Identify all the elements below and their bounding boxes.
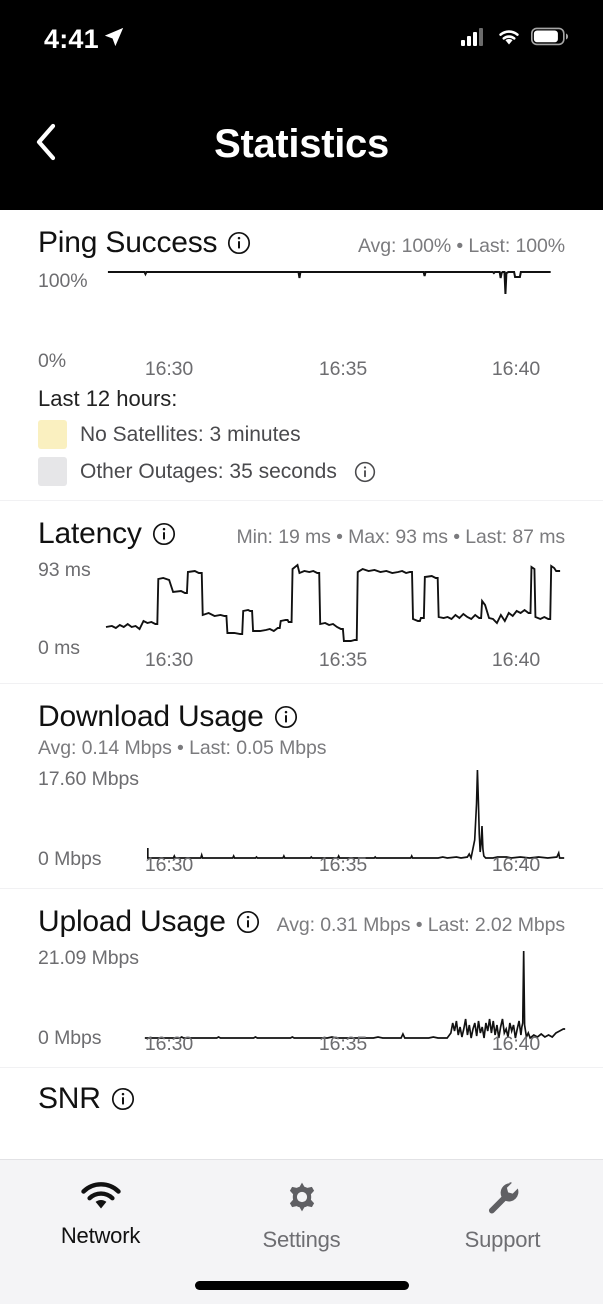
latency-y-top: 93 ms xyxy=(38,559,91,581)
upload-info-icon[interactable] xyxy=(236,910,260,934)
gear-icon xyxy=(284,1180,320,1221)
upload-stats: Avg: 0.31 Mbps • Last: 2.02 Mbps xyxy=(276,914,565,936)
ping-title: Ping Success xyxy=(38,226,218,259)
ping-title-group: Ping Success xyxy=(38,226,251,260)
x-tick: 16:35 xyxy=(318,1033,368,1055)
status-bar: 4:41 xyxy=(0,0,603,78)
tab-label-settings: Settings xyxy=(262,1227,341,1252)
latency-chart: 93 ms 0 ms xyxy=(38,555,565,663)
tab-settings[interactable]: Settings xyxy=(201,1180,402,1253)
snr-title: SNR xyxy=(38,1082,101,1115)
snr-info-icon[interactable] xyxy=(111,1087,135,1111)
tab-support[interactable]: Support xyxy=(402,1180,603,1253)
legend-label-other-outages: Other Outages: 35 seconds xyxy=(80,459,337,483)
other-outages-info-icon[interactable] xyxy=(354,461,376,483)
section-snr: SNR xyxy=(0,1068,603,1124)
ping-stats: Avg: 100% • Last: 100% xyxy=(358,235,565,257)
section-upload-usage: Upload Usage Avg: 0.31 Mbps • Last: 2.02… xyxy=(0,889,603,1068)
ping-y-top: 100% xyxy=(38,270,88,292)
x-tick: 16:30 xyxy=(144,358,194,380)
navigation-bar: Statistics xyxy=(0,78,603,210)
page-title: Statistics xyxy=(214,121,389,166)
x-tick: 16:35 xyxy=(318,358,368,380)
x-tick: 16:40 xyxy=(491,358,541,380)
x-tick: 16:35 xyxy=(318,649,368,671)
upload-chart-svg xyxy=(144,950,566,1040)
section-download-usage: Download Usage Avg: 0.14 Mbps • Last: 0.… xyxy=(0,684,603,889)
download-info-icon[interactable] xyxy=(274,705,298,729)
status-bar-right xyxy=(461,27,569,51)
back-button[interactable] xyxy=(26,121,66,167)
x-tick: 16:30 xyxy=(144,649,194,671)
chevron-left-icon xyxy=(35,123,57,166)
home-indicator xyxy=(194,1281,409,1290)
ping-legend-title: Last 12 hours: xyxy=(38,386,178,411)
legend-swatch-no-satellites xyxy=(38,420,67,449)
latency-title-group: Latency xyxy=(38,517,176,551)
latency-chart-svg xyxy=(105,563,561,642)
statistics-scroll-area[interactable]: Ping Success Avg: 100% • Last: 100% 100%… xyxy=(0,210,603,1304)
x-tick: 16:40 xyxy=(491,649,541,671)
download-title: Download Usage xyxy=(38,700,264,733)
wrench-icon xyxy=(485,1180,521,1221)
ping-info-icon[interactable] xyxy=(227,231,251,255)
tab-bar: Network Settings Support xyxy=(0,1159,603,1304)
x-tick: 16:40 xyxy=(491,1033,541,1055)
battery-icon xyxy=(531,27,569,51)
wifi-icon xyxy=(496,27,522,51)
legend-label-no-satellites: No Satellites: 3 minutes xyxy=(80,422,301,446)
x-tick: 16:35 xyxy=(318,854,368,876)
upload-y-top: 21.09 Mbps xyxy=(38,947,139,969)
upload-title: Upload Usage xyxy=(38,905,226,938)
x-tick: 16:30 xyxy=(144,1033,194,1055)
download-x-axis: 16:30 16:35 16:40 xyxy=(38,854,565,880)
ping-x-axis: 16:30 16:35 16:40 xyxy=(38,358,565,384)
tab-label-support: Support xyxy=(464,1227,541,1252)
legend-item-other-outages: Other Outages: 35 seconds xyxy=(38,457,565,486)
upload-title-group: Upload Usage xyxy=(38,905,260,939)
status-bar-left: 4:41 xyxy=(44,24,125,55)
section-latency: Latency Min: 19 ms • Max: 93 ms • Last: … xyxy=(0,501,603,684)
snr-title-group: SNR xyxy=(38,1082,565,1116)
ping-header: Ping Success Avg: 100% • Last: 100% xyxy=(38,226,565,260)
download-chart-svg xyxy=(147,769,565,861)
cellular-signal-icon xyxy=(461,27,487,51)
x-tick: 16:30 xyxy=(144,854,194,876)
download-y-top: 17.60 Mbps xyxy=(38,768,139,790)
latency-header: Latency Min: 19 ms • Max: 93 ms • Last: … xyxy=(38,517,565,551)
location-arrow-icon xyxy=(103,26,125,53)
download-stats: Avg: 0.14 Mbps • Last: 0.05 Mbps xyxy=(38,737,327,759)
latency-info-icon[interactable] xyxy=(152,522,176,546)
legend-item-no-satellites: No Satellites: 3 minutes xyxy=(38,420,565,449)
wifi-icon xyxy=(80,1180,122,1217)
tab-label-network: Network xyxy=(60,1223,141,1248)
latency-x-axis: 16:30 16:35 16:40 xyxy=(38,649,565,675)
upload-header: Upload Usage Avg: 0.31 Mbps • Last: 2.02… xyxy=(38,905,565,939)
status-time: 4:41 xyxy=(44,23,99,54)
tab-network[interactable]: Network xyxy=(0,1180,201,1249)
download-title-group: Download Usage xyxy=(38,700,565,734)
upload-x-axis: 16:30 16:35 16:40 xyxy=(38,1033,565,1059)
section-ping-success: Ping Success Avg: 100% • Last: 100% 100%… xyxy=(0,210,603,501)
latency-stats: Min: 19 ms • Max: 93 ms • Last: 87 ms xyxy=(236,526,565,548)
latency-title: Latency xyxy=(38,517,142,550)
download-header: Download Usage Avg: 0.14 Mbps • Last: 0.… xyxy=(38,700,565,760)
legend-swatch-other-outages xyxy=(38,457,67,486)
x-tick: 16:40 xyxy=(491,854,541,876)
